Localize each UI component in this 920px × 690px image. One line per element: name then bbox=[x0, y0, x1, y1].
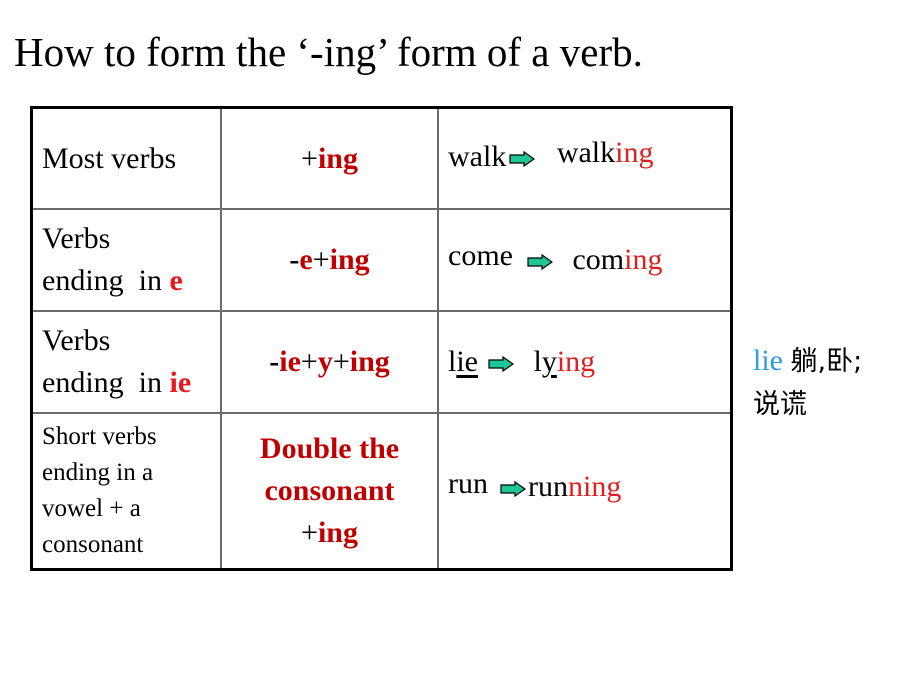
category-cell: Verbs ending in e bbox=[30, 208, 222, 312]
rule-y: y bbox=[317, 345, 333, 378]
category-line: vowel + a bbox=[42, 495, 141, 522]
rule-plus: + bbox=[312, 243, 330, 276]
category-line: Verbs bbox=[42, 324, 111, 357]
rule-ing: ing bbox=[349, 345, 390, 378]
rule-ing: ing bbox=[317, 141, 358, 175]
category-line: Verbs bbox=[42, 222, 111, 255]
rule-cell: Double the consonant +ing bbox=[220, 412, 439, 571]
category-cell: Verbs ending in ie bbox=[30, 310, 222, 414]
category-line: ending in a bbox=[42, 459, 154, 486]
example-base: walk bbox=[448, 139, 507, 173]
category-line: ending in bbox=[42, 264, 170, 297]
vocabulary-note: lie 躺,卧; 说谎 bbox=[753, 340, 862, 426]
table-row: Most verbs +ing walk walking bbox=[30, 106, 733, 210]
right-arrow-icon bbox=[527, 254, 553, 271]
rule-line: Double the bbox=[259, 432, 400, 465]
category-line: ending in bbox=[42, 366, 170, 399]
rule-cell: +ing bbox=[220, 106, 439, 210]
example-result-suffix: ing bbox=[624, 243, 663, 276]
right-arrow-icon bbox=[500, 481, 526, 498]
rule-plus: + bbox=[300, 345, 318, 378]
rule-line: consonant bbox=[264, 474, 395, 507]
rule-minus: - bbox=[289, 243, 300, 276]
ing-rules-table: Most verbs +ing walk walking Verbs endin… bbox=[30, 106, 733, 571]
category-cell: Short verbs ending in a vowel + a conson… bbox=[30, 412, 222, 571]
rule-minus: - bbox=[269, 345, 280, 378]
note-meaning: 说谎 bbox=[753, 389, 807, 420]
rule-ing: ing bbox=[317, 516, 358, 549]
note-meaning: 躺,卧; bbox=[790, 346, 863, 377]
example-result-plain: l bbox=[533, 345, 542, 378]
example-cell: come coming bbox=[437, 208, 733, 312]
example-result-underlined: y bbox=[541, 345, 557, 378]
example-result-suffix: ing bbox=[556, 345, 596, 378]
example-result: lying bbox=[534, 345, 596, 378]
example-result-stem: com bbox=[572, 243, 625, 276]
example-result-stem: walk bbox=[556, 135, 616, 169]
category-highlight: e bbox=[169, 264, 183, 297]
example-result-suffix: ning bbox=[568, 470, 622, 503]
right-arrow-icon bbox=[509, 150, 536, 167]
example-result-stem: run bbox=[528, 470, 568, 503]
table-row: Short verbs ending in a vowel + a conson… bbox=[30, 412, 733, 571]
example-cell: walk walking bbox=[437, 106, 733, 210]
example-base: come bbox=[448, 239, 513, 272]
rule-plus: + bbox=[301, 516, 318, 549]
example-result-suffix: ing bbox=[615, 135, 654, 169]
note-word: lie bbox=[753, 344, 783, 377]
rule-plus: + bbox=[301, 141, 318, 175]
rule-plus: + bbox=[332, 345, 350, 378]
category-highlight: ie bbox=[169, 366, 192, 399]
category-text: Most verbs bbox=[42, 141, 177, 175]
table-row: Verbs ending in ie -ie+y+ing lie lying bbox=[30, 310, 733, 414]
example-base-underlined: ie bbox=[456, 345, 478, 378]
example-cell: run running bbox=[437, 412, 733, 571]
rule-ie: ie bbox=[279, 345, 301, 378]
rule-ing: ing bbox=[329, 243, 370, 276]
category-line: Short verbs bbox=[42, 423, 157, 450]
rule-e: e bbox=[299, 243, 313, 276]
example-cell: lie lying bbox=[437, 310, 733, 414]
right-arrow-icon bbox=[488, 356, 514, 373]
category-cell: Most verbs bbox=[30, 106, 222, 210]
table-row: Verbs ending in e -e+ing come coming bbox=[30, 208, 733, 312]
category-line: consonant bbox=[42, 531, 144, 558]
example-base: run bbox=[448, 467, 488, 500]
rule-cell: -e+ing bbox=[220, 208, 439, 312]
rule-cell: -ie+y+ing bbox=[220, 310, 439, 414]
example-base: lie bbox=[448, 345, 478, 378]
slide-title: How to form the ‘-ing’ form of a verb. bbox=[14, 29, 643, 75]
